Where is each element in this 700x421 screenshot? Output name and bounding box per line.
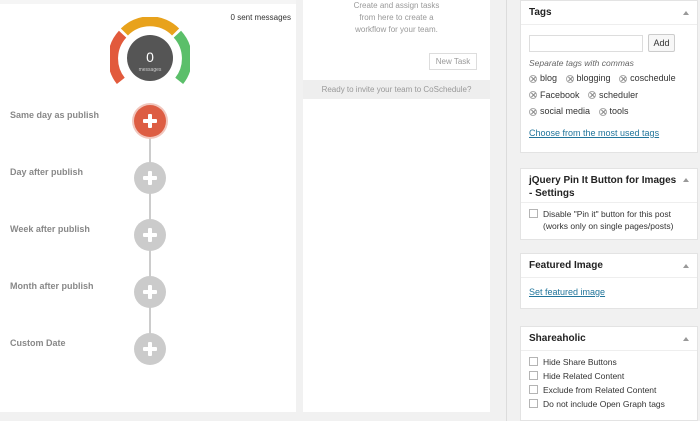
remove-tag-icon[interactable]	[598, 107, 607, 116]
exclude-related-content-checkbox[interactable]	[529, 385, 538, 394]
gauge-segment-green	[173, 30, 190, 84]
messages-gauge: 0 messages	[110, 17, 190, 84]
pin-box-title: jQuery Pin It Button for Images - Settin…	[529, 175, 677, 199]
featured-image-box: Featured Image Set featured image	[520, 253, 698, 309]
task-description-line: Create and assign tasks	[353, 1, 440, 10]
sent-messages-count: 0 sent messages	[230, 13, 291, 22]
option-label: Do not include Open Graph tags	[543, 399, 665, 409]
tag-list: blog blogging coschedule Facebook schedu…	[529, 71, 689, 121]
shareaholic-box-title: Shareaholic	[529, 333, 586, 344]
remove-tag-icon[interactable]	[529, 74, 537, 83]
task-description-line: workflow for your team.	[355, 25, 438, 34]
pin-box-header[interactable]: jQuery Pin It Button for Images - Settin…	[521, 169, 697, 203]
pin-it-settings-box: jQuery Pin It Button for Images - Settin…	[520, 168, 698, 240]
option-label: Hide Share Buttons	[543, 357, 617, 367]
collapse-caret-icon[interactable]	[683, 10, 689, 15]
set-featured-image-link[interactable]: Set featured image	[529, 287, 605, 297]
gauge-segment-orange	[120, 17, 180, 36]
featured-box-title: Featured Image	[529, 260, 603, 271]
collapse-caret-icon[interactable]	[683, 263, 689, 268]
add-message-custom-date-button[interactable]	[134, 333, 166, 365]
add-message-month-after-button[interactable]	[134, 276, 166, 308]
collapse-caret-icon[interactable]	[683, 336, 689, 341]
tag-label: social media	[540, 106, 591, 116]
tag-label: coschedule	[630, 73, 676, 83]
tag-item: blogging	[565, 71, 611, 86]
option-label: Exclude from Related Content	[543, 385, 657, 395]
add-message-week-after-button[interactable]	[134, 219, 166, 251]
tags-box-title: Tags	[529, 7, 552, 18]
shareaholic-box: Shareaholic Hide Share Buttons Hide Rela…	[520, 326, 698, 421]
tag-item: scheduler	[588, 88, 638, 103]
task-description: Create and assign tasks from here to cre…	[303, 0, 490, 36]
tag-item: tools	[598, 104, 629, 119]
remove-tag-icon[interactable]	[588, 91, 597, 99]
task-panel: Create and assign tasks from here to cre…	[303, 0, 490, 412]
remove-tag-icon[interactable]	[529, 107, 537, 116]
step-label-custom-date: Custom Date	[10, 338, 66, 348]
gauge-count: 0	[146, 49, 154, 65]
new-task-button[interactable]: New Task	[429, 53, 477, 70]
shareaholic-box-header[interactable]: Shareaholic	[521, 327, 697, 351]
tag-item: coschedule	[619, 71, 676, 86]
tags-box-header[interactable]: Tags	[521, 1, 697, 25]
remove-tag-icon[interactable]	[529, 91, 537, 99]
task-description-line: from here to create a	[359, 13, 434, 22]
gauge-unit: messages	[139, 67, 162, 73]
add-message-day-after-button[interactable]	[134, 162, 166, 194]
featured-box-header[interactable]: Featured Image	[521, 254, 697, 278]
tags-hint: Separate tags with commas	[529, 58, 634, 68]
most-used-tags-link[interactable]: Choose from the most used tags	[529, 128, 659, 138]
gauge-segment-red	[110, 30, 127, 84]
remove-tag-icon[interactable]	[565, 74, 574, 83]
tag-input[interactable]	[529, 34, 643, 52]
remove-tag-icon[interactable]	[619, 74, 628, 83]
tag-label: blog	[540, 73, 558, 83]
step-label-same-day: Same day as publish	[10, 110, 100, 120]
tag-label: scheduler	[599, 89, 639, 100]
step-label-month-after: Month after publish	[10, 281, 94, 291]
tag-label: tools	[609, 106, 629, 116]
panel-top-border	[0, 0, 296, 4]
tag-item: blog	[529, 71, 557, 86]
add-tag-button[interactable]: Add	[648, 34, 675, 52]
option-label: Hide Related Content	[543, 371, 625, 381]
step-label-week-after: Week after publish	[10, 224, 90, 234]
social-panel: 0 sent messages 0 messages Same day as p…	[0, 0, 296, 412]
invite-team-bar[interactable]: Ready to invite your team to CoSchedule?	[303, 80, 490, 99]
disable-pin-it-label: Disable "Pin it" button for this post (w…	[543, 209, 674, 231]
add-message-same-day-button[interactable]	[134, 105, 166, 137]
tag-item: social media	[529, 104, 590, 119]
tags-box: Tags Add Separate tags with commas blog …	[520, 0, 698, 153]
hide-share-buttons-checkbox[interactable]	[529, 357, 538, 366]
hide-related-content-checkbox[interactable]	[529, 371, 538, 380]
no-open-graph-checkbox[interactable]	[529, 399, 538, 408]
collapse-caret-icon[interactable]	[683, 178, 689, 182]
tag-label: Facebook	[540, 89, 580, 100]
tag-label: blogging	[576, 73, 611, 83]
tag-item: Facebook	[529, 88, 580, 103]
step-label-day-after: Day after publish	[10, 167, 84, 177]
sidebar-divider	[506, 0, 507, 421]
disable-pin-it-checkbox[interactable]	[529, 209, 538, 218]
